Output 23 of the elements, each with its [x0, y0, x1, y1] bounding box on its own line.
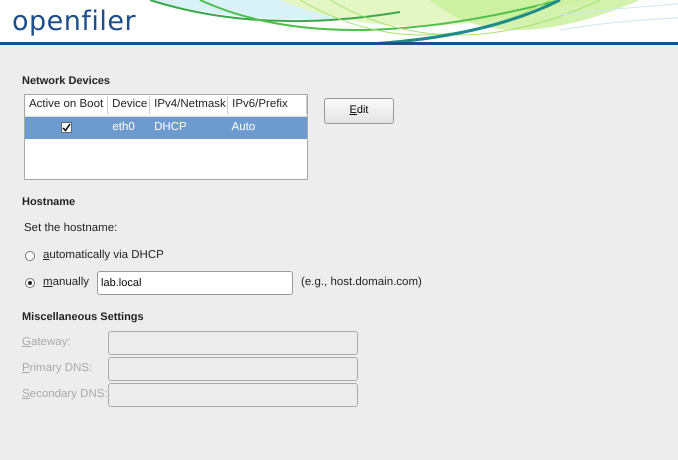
hostname-field[interactable]: lab.local	[97, 270, 294, 294]
table-cell-text: Auto	[230, 120, 256, 135]
column-header: Device	[108, 96, 150, 114]
section-heading: Miscellaneous Settings	[22, 310, 145, 324]
prompt-text: Set the hostname:	[24, 221, 118, 236]
column-header: IPv4/Netmask	[150, 96, 228, 114]
radio-button[interactable]	[25, 278, 35, 288]
radio-label[interactable]: automatically via DHCP	[43, 247, 164, 264]
column-header: IPv6/Prefix	[228, 96, 307, 114]
hint-text: (e.g., host.domain.com)	[301, 274, 422, 290]
table-cell-text: DHCP	[153, 120, 188, 135]
field-label: Gateway:	[22, 335, 72, 350]
edit-button[interactable]: Edit	[324, 98, 394, 124]
checkbox[interactable]	[61, 122, 72, 133]
column-header: Active on Boot	[25, 96, 108, 114]
radio-label[interactable]: manually	[43, 274, 90, 292]
table-cell-text: eth0	[111, 120, 136, 135]
field-label: Primary DNS:	[22, 361, 94, 376]
section-heading: Hostname	[22, 194, 76, 210]
logo: openfiler	[12, 8, 136, 34]
field-label: Secondary DNS:	[22, 387, 108, 402]
section-heading: Network Devices	[22, 74, 112, 89]
radio-button[interactable]	[25, 250, 35, 261]
